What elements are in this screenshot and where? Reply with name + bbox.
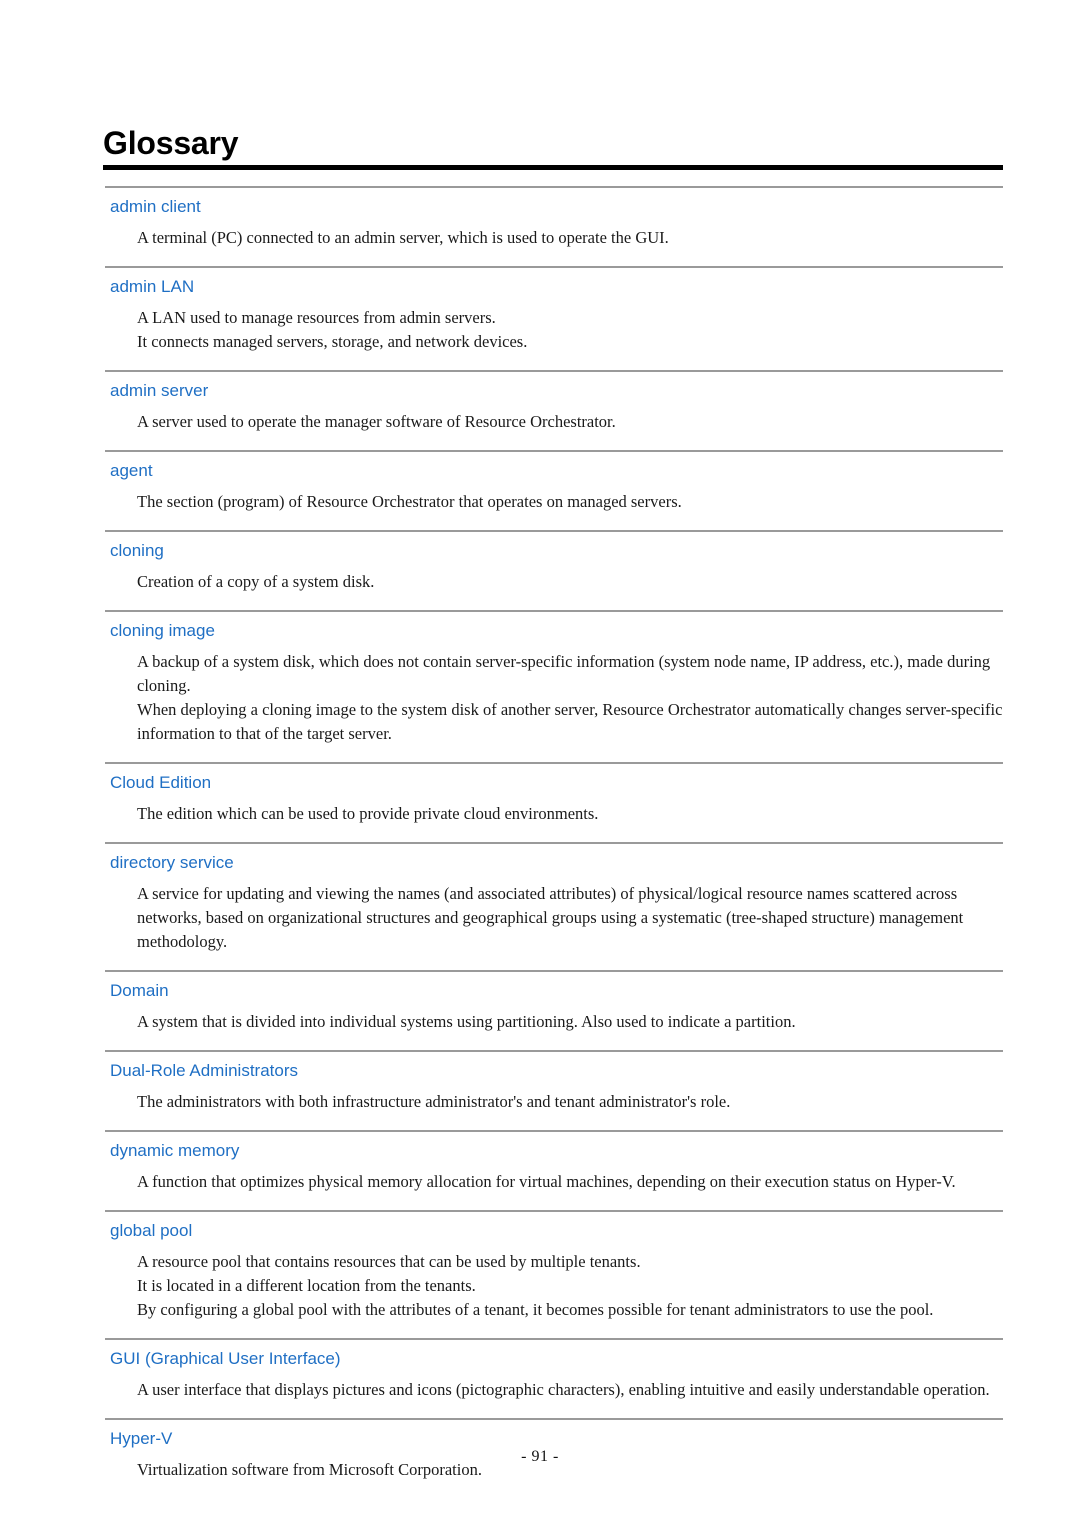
glossary-definition: A backup of a system disk, which does no… (137, 652, 991, 695)
glossary-term: directory service (110, 853, 234, 872)
entry-divider-rule (105, 186, 1003, 188)
glossary-term: agent (110, 461, 153, 480)
glossary-term: admin server (110, 381, 209, 400)
entry-divider-rule (105, 1338, 1003, 1340)
entry-divider-rule (105, 370, 1003, 372)
entry-divider-rule (105, 1130, 1003, 1132)
glossary-entry: admin server A server used to operate the… (105, 370, 1003, 434)
glossary-term: Cloud Edition (110, 773, 212, 792)
glossary-definition: By configuring a global pool with the at… (137, 1300, 934, 1319)
glossary-definition-group: Creation of a copy of a system disk. (105, 570, 1003, 594)
entry-divider-rule (105, 530, 1003, 532)
page-title: Glossary (103, 125, 239, 161)
glossary-definition-group: A system that is divided into individual… (105, 1010, 1003, 1034)
glossary-entry: cloning image A backup of a system disk, … (105, 610, 1003, 746)
page-footer: - 91 - (0, 1448, 1080, 1466)
document-page: Glossary admin client A terminal (PC) con… (0, 0, 1080, 1527)
glossary-definition-group: The section (program) of Resource Orches… (105, 490, 1003, 514)
glossary-term: GUI (Graphical User Interface) (110, 1349, 341, 1368)
entry-divider-rule (105, 1050, 1003, 1052)
glossary-definition: Creation of a copy of a system disk. (137, 572, 375, 591)
glossary-term: cloning image (110, 621, 215, 640)
glossary-entry: Domain A system that is divided into indi… (105, 970, 1003, 1034)
entry-divider-rule (105, 1418, 1003, 1420)
glossary-definition-group: A terminal (PC) connected to an admin se… (105, 226, 1003, 250)
glossary-term: admin client (110, 197, 201, 216)
glossary-definition: When deploying a cloning image to the sy… (137, 700, 1003, 743)
glossary-entry: Dual-Role Administrators The administrato… (105, 1050, 1003, 1114)
glossary-definition-group: A resource pool that contains resources … (105, 1250, 1003, 1322)
glossary-definition: It is located in a different location fr… (137, 1276, 476, 1295)
entry-divider-rule (105, 450, 1003, 452)
glossary-entry: directory service A service for updating … (105, 842, 1003, 954)
glossary-definition: A system that is divided into individual… (137, 1012, 796, 1031)
glossary-definition: A service for updating and viewing the n… (137, 884, 964, 951)
glossary-term: Domain (110, 981, 169, 1000)
entry-divider-rule (105, 266, 1003, 268)
glossary-entry: agent The section (program) of Resource O… (105, 450, 1003, 514)
glossary-entry: GUI (Graphical User Interface) A user int… (105, 1338, 1003, 1402)
glossary-definition-group: A server used to operate the manager sof… (105, 410, 1003, 434)
glossary-definition: A LAN used to manage resources from admi… (137, 308, 496, 327)
glossary-entry: global pool A resource pool that contains… (105, 1210, 1003, 1322)
glossary-definition: A function that optimizes physical memor… (137, 1172, 956, 1191)
glossary-term: global pool (110, 1221, 193, 1240)
glossary-definition-group: A backup of a system disk, which does no… (105, 650, 1003, 746)
glossary-definition: The edition which can be used to provide… (137, 804, 599, 823)
title-underline-rule (103, 165, 1003, 170)
glossary-term: admin LAN (110, 277, 195, 296)
glossary-term: cloning (110, 541, 164, 560)
glossary-term: Dual-Role Administrators (110, 1061, 299, 1080)
glossary-definition: A resource pool that contains resources … (137, 1252, 641, 1271)
glossary-definition-group: The edition which can be used to provide… (105, 802, 1003, 826)
entry-divider-rule (105, 610, 1003, 612)
glossary-definition: A terminal (PC) connected to an admin se… (137, 228, 669, 247)
glossary-definition-group: A user interface that displays pictures … (105, 1378, 1003, 1402)
glossary-entry: dynamic memory A function that optimizes … (105, 1130, 1003, 1194)
glossary-term: dynamic memory (110, 1141, 240, 1160)
glossary-entry: Cloud Edition The edition which can be us… (105, 762, 1003, 826)
glossary-entry-list: admin client A terminal (PC) connected to… (105, 186, 1003, 1498)
glossary-definition-group: A function that optimizes physical memor… (105, 1170, 1003, 1194)
glossary-term: Hyper-V (110, 1429, 173, 1448)
entry-divider-rule (105, 1210, 1003, 1212)
glossary-definition: A user interface that displays pictures … (137, 1380, 990, 1399)
glossary-entry: admin client A terminal (PC) connected to… (105, 186, 1003, 250)
entry-divider-rule (105, 970, 1003, 972)
title-block: Glossary (103, 125, 1003, 170)
glossary-definition-group: A LAN used to manage resources from admi… (105, 306, 1003, 354)
glossary-definition: The section (program) of Resource Orches… (137, 492, 682, 511)
glossary-definition-group: A service for updating and viewing the n… (105, 882, 1003, 954)
glossary-entry: cloning Creation of a copy of a system di… (105, 530, 1003, 594)
glossary-definition: A server used to operate the manager sof… (137, 412, 616, 431)
glossary-definition: It connects managed servers, storage, an… (137, 332, 528, 351)
glossary-definition-group: The administrators with both infrastruct… (105, 1090, 1003, 1114)
page-number: - 91 - (521, 1448, 559, 1465)
entry-divider-rule (105, 762, 1003, 764)
glossary-entry: admin LAN A LAN used to manage resources … (105, 266, 1003, 354)
glossary-definition: The administrators with both infrastruct… (137, 1092, 731, 1111)
entry-divider-rule (105, 842, 1003, 844)
